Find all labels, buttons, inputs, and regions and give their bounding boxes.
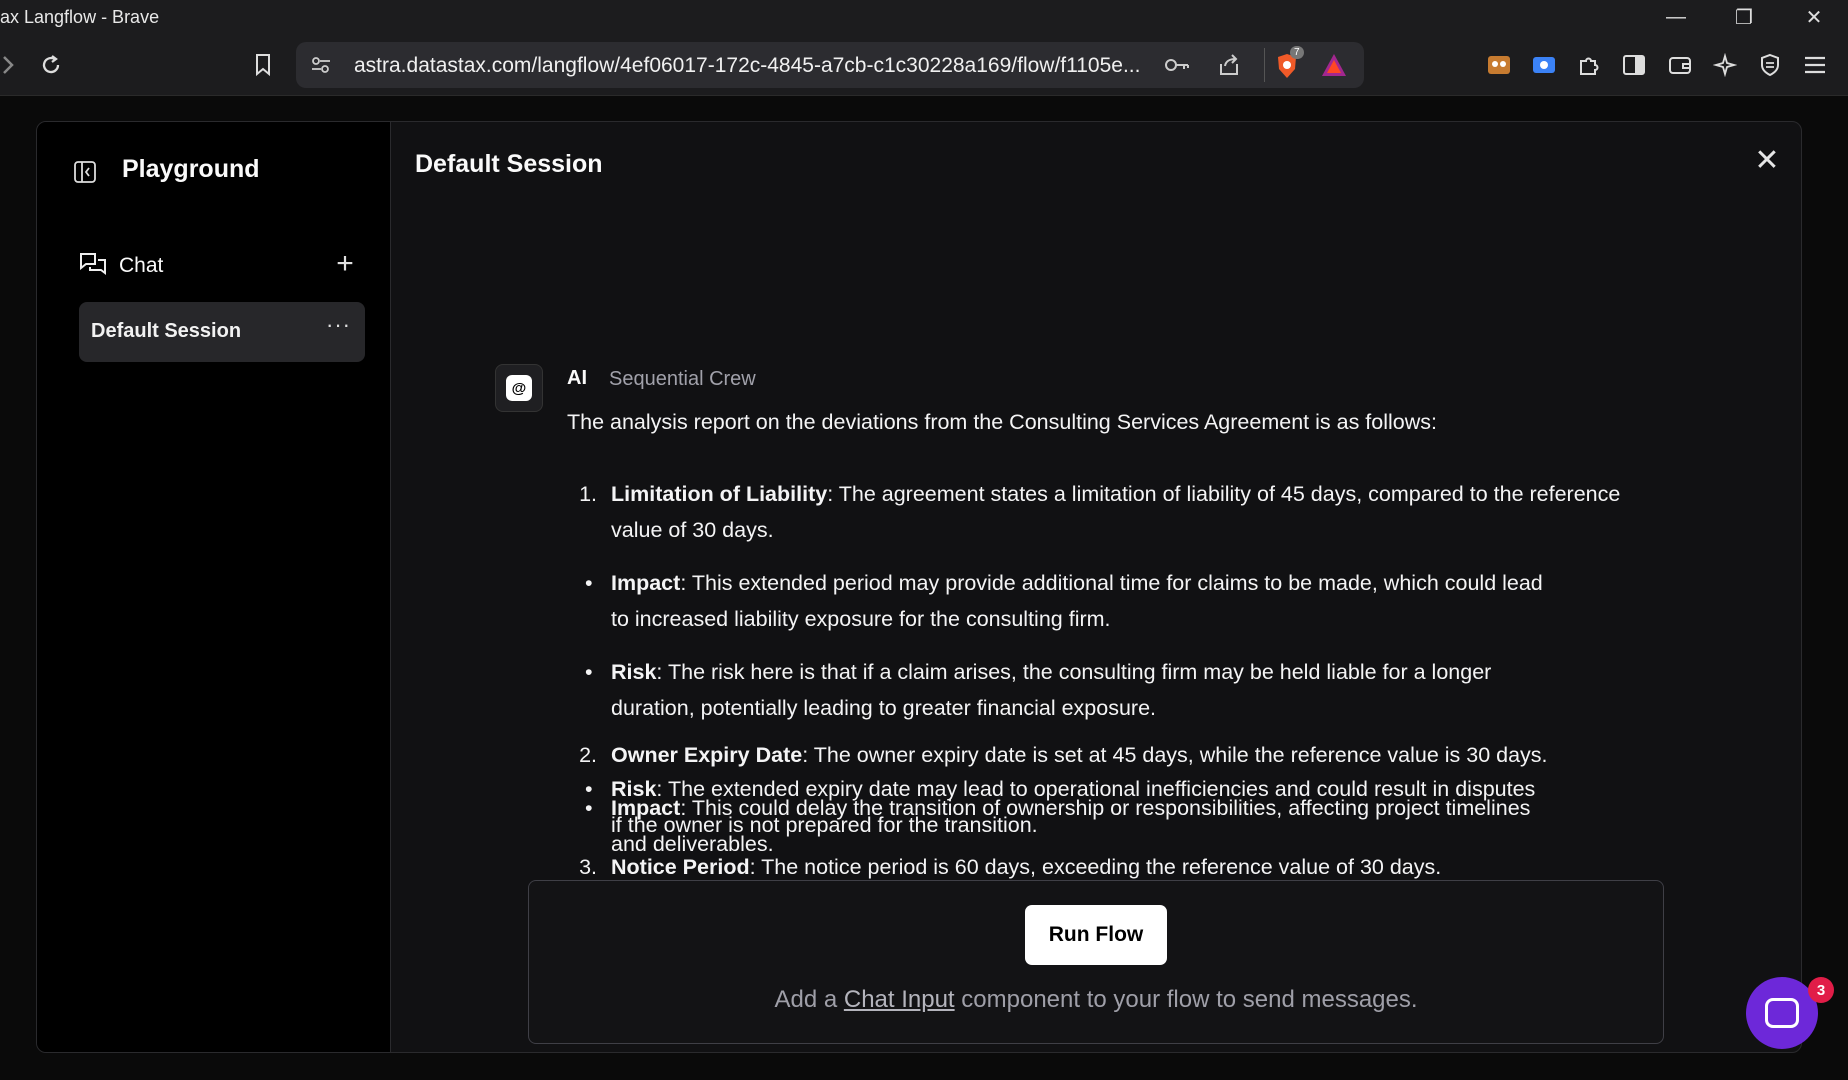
sidebar-toggle-icon[interactable] xyxy=(1617,48,1651,82)
session-title: Default Session xyxy=(415,150,603,178)
urlbar-divider xyxy=(1264,48,1265,82)
sidebar-title: Playground xyxy=(122,155,260,183)
collapse-sidebar-icon[interactable] xyxy=(73,160,97,184)
item-text: : The notice period is 60 days, exceedin… xyxy=(749,855,1442,879)
run-flow-button[interactable]: Run Flow xyxy=(1025,905,1167,965)
hint-prefix: Add a xyxy=(774,986,844,1013)
item-title: Limitation of Liability xyxy=(611,482,828,506)
shields-count-badge: 7 xyxy=(1290,46,1304,59)
item-text: : The owner expiry date is set at 45 day… xyxy=(802,743,1548,767)
close-window-button[interactable]: ✕ xyxy=(1786,0,1842,34)
chat-icon xyxy=(79,252,107,278)
session-item-default[interactable]: Default Session ··· xyxy=(79,302,365,362)
vpn-shield-icon[interactable] xyxy=(1753,48,1787,82)
list-bullet: • Risk: The risk here is that if a claim… xyxy=(585,654,1551,726)
bullet-title: Risk xyxy=(611,660,657,684)
bullet-dot: • xyxy=(585,660,593,684)
list-number: 2. xyxy=(579,743,597,767)
address-bar[interactable]: astra.datastax.com/langflow/4ef06017-172… xyxy=(296,42,1364,88)
minimize-button[interactable]: — xyxy=(1648,0,1704,34)
browser-toolbar: astra.datastax.com/langflow/4ef06017-172… xyxy=(0,34,1848,96)
bullet-text: : The risk here is that if a claim arise… xyxy=(611,660,1492,720)
new-session-button[interactable]: + xyxy=(327,246,363,282)
message-sender-sub: Sequential Crew xyxy=(609,368,756,390)
chat-input-hint: Add a Chat Input component to your flow … xyxy=(528,986,1664,1014)
list-number: 1. xyxy=(579,482,597,506)
chat-section-label: Chat xyxy=(119,254,164,277)
message-area: @ AI Sequential Crew The analysis report… xyxy=(391,212,1801,852)
bullet-dot: • xyxy=(585,571,593,595)
bullet-title: Impact xyxy=(611,571,681,595)
list-bullet: • Risk: The extended expiry date may lea… xyxy=(585,771,1551,843)
chat-input-link[interactable]: Chat Input xyxy=(844,986,955,1013)
crew-icon: @ xyxy=(506,375,532,401)
window-title: ax Langflow - Brave xyxy=(0,7,160,27)
session-more-button[interactable]: ··· xyxy=(326,312,351,338)
intercom-badge: 3 xyxy=(1808,977,1834,1003)
item-title: Owner Expiry Date xyxy=(611,743,803,767)
bookmark-icon[interactable] xyxy=(246,48,280,82)
extension-screen-icon[interactable] xyxy=(1527,48,1561,82)
url-text[interactable]: astra.datastax.com/langflow/4ef06017-172… xyxy=(354,54,1140,78)
browser-titlebar: ax Langflow - Brave — ❐ ✕ xyxy=(0,0,1848,34)
item-title: Notice Period xyxy=(611,855,750,879)
reload-icon[interactable] xyxy=(34,48,68,82)
share-icon[interactable] xyxy=(1216,52,1242,83)
close-modal-button[interactable]: ✕ xyxy=(1749,142,1785,178)
list-bullet: • Impact: This extended period may provi… xyxy=(585,565,1551,637)
playground-sidebar: Playground Chat + Default Session ··· xyxy=(37,122,391,1052)
session-label: Default Session xyxy=(91,320,242,342)
leo-ai-icon[interactable] xyxy=(1708,48,1742,82)
hint-suffix: component to your flow to send messages. xyxy=(954,986,1418,1013)
chat-bubble-icon xyxy=(1765,998,1799,1028)
brave-rewards-icon[interactable] xyxy=(1320,52,1348,83)
forward-icon[interactable] xyxy=(0,48,26,82)
extensions-puzzle-icon[interactable] xyxy=(1572,48,1606,82)
bullet-text: : The extended expiry date may lead to o… xyxy=(611,777,1536,837)
site-settings-icon[interactable] xyxy=(310,54,332,81)
message-intro: The analysis report on the deviations fr… xyxy=(567,410,1437,434)
bullet-dot: • xyxy=(585,777,593,801)
menu-icon[interactable] xyxy=(1798,48,1832,82)
message-sender: AI xyxy=(567,367,587,389)
key-icon[interactable] xyxy=(1164,54,1190,81)
bullet-text: : This extended period may provide addit… xyxy=(611,571,1543,631)
extension-owl-icon[interactable] xyxy=(1482,48,1516,82)
bullet-title: Risk xyxy=(611,777,657,801)
ai-avatar: @ xyxy=(495,364,543,412)
wallet-icon[interactable] xyxy=(1663,48,1697,82)
restore-button[interactable]: ❐ xyxy=(1716,0,1772,34)
